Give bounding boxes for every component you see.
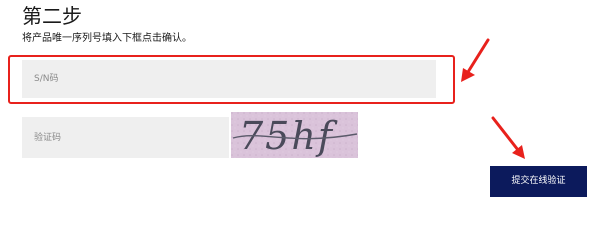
captcha-input[interactable]	[22, 117, 229, 158]
arrow-icon	[491, 116, 525, 159]
arrow-icon	[461, 38, 490, 82]
captcha-image[interactable]: 75hf	[231, 112, 358, 158]
submit-verification-button[interactable]: 提交在线验证	[490, 166, 587, 197]
step-instruction: 将产品唯一序列号填入下框点击确认。	[22, 33, 192, 44]
step-title: 第二步	[22, 4, 82, 28]
serial-number-input[interactable]	[22, 60, 436, 98]
